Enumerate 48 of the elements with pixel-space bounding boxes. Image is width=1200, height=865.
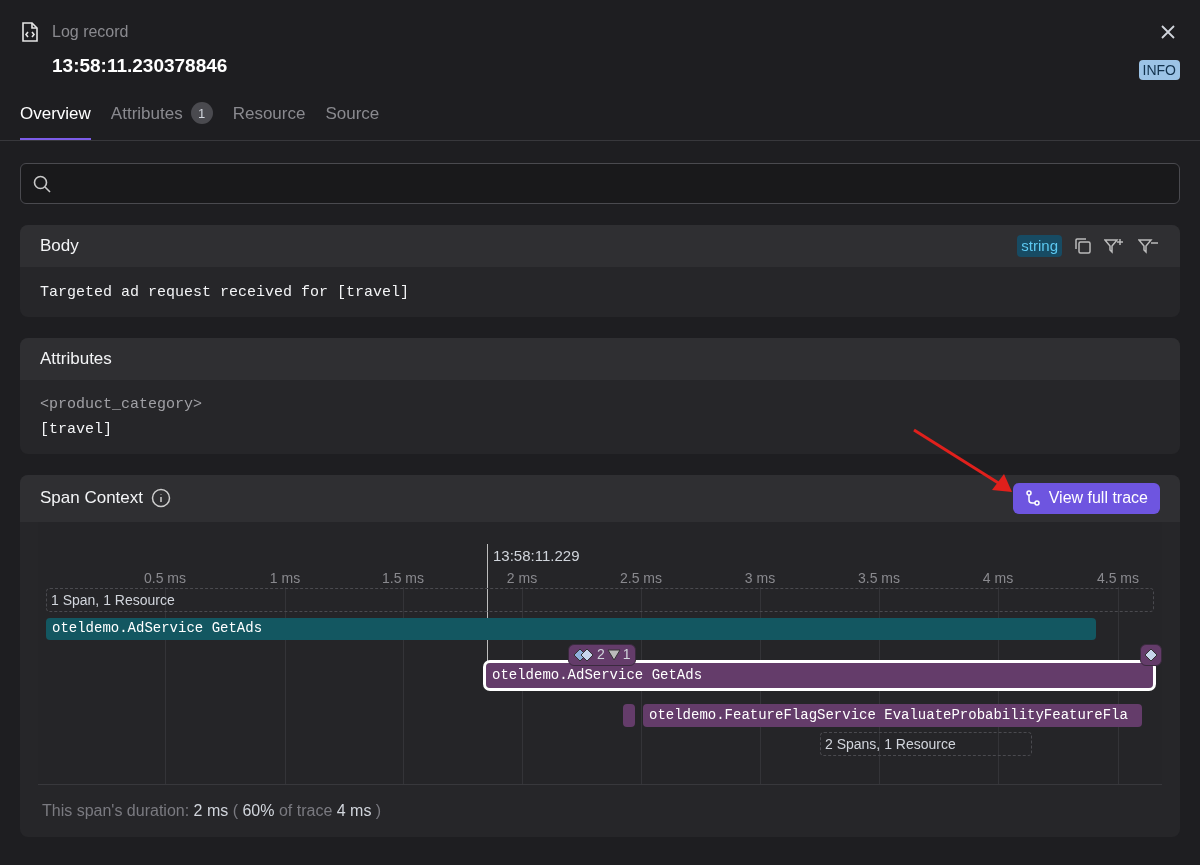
event-badge[interactable]: 2 1 [568, 643, 636, 666]
filter-remove-icon[interactable] [1138, 237, 1160, 255]
section-title: Span Context [40, 487, 143, 510]
body-text: Targeted ad request received for [travel] [40, 284, 410, 301]
cursor-time-label: 13:58:11.229 [493, 545, 580, 566]
section-title: Attributes [40, 347, 112, 370]
code-file-icon [20, 21, 40, 43]
view-full-trace-button[interactable]: View full trace [1012, 482, 1160, 514]
span-bar[interactable]: oteldemo.FeatureFlagService EvaluateProbabilityFeatureFla [643, 703, 1142, 727]
diamonds-icon [573, 647, 595, 662]
tick-label: 2.5 ms [620, 568, 662, 588]
copy-icon[interactable] [1074, 237, 1092, 255]
tab[interactable]: Resource [232, 100, 306, 140]
tick-label: 1 ms [269, 568, 301, 588]
tick-label: 2 ms [506, 568, 538, 588]
tick-label: 4 ms [982, 568, 1014, 588]
section-title: Body [40, 235, 79, 258]
close-icon [1160, 24, 1176, 40]
diamond-icon [1144, 647, 1158, 662]
span-group-label: 2 Spans, 1 Resource [820, 731, 1032, 756]
event-count: 2 [597, 645, 605, 664]
count-badge: 1 [190, 102, 213, 125]
tick-label: 0.5 ms [144, 568, 186, 588]
attribute-text: [travel] [40, 419, 113, 440]
tab[interactable]: Overview [20, 100, 91, 140]
search-field[interactable] [20, 163, 1180, 204]
record-timestamp: 13:58:11.230378846 [51, 54, 228, 78]
search-icon [33, 174, 51, 193]
tab[interactable]: Source [325, 100, 380, 140]
attribute-text: <product_category> [40, 394, 204, 415]
span-duration-text: This span's duration: 2 ms ( 60% of trace 4 ms ) [42, 801, 382, 819]
tick-label: 3.5 ms [858, 568, 900, 588]
tick-label: 4.5 ms [1097, 568, 1139, 588]
span-bar[interactable]: oteldemo.AdService GetAds [486, 662, 1153, 688]
type-badge: string [1017, 234, 1062, 258]
filter-add-icon[interactable] [1104, 237, 1126, 255]
span-bar[interactable]: oteldemo.AdService GetAds [46, 617, 1096, 640]
span-group-label: 1 Span, 1 Resource [46, 587, 1154, 612]
trace-icon [1024, 490, 1041, 506]
triangle-icon [606, 648, 621, 661]
info-icon[interactable] [151, 488, 171, 508]
severity-badge: INFO [1138, 60, 1180, 80]
event-count: 1 [622, 645, 631, 664]
tick-label: 1.5 ms [382, 568, 424, 588]
tab[interactable]: Attributes 1 [110, 100, 213, 140]
record-type-label: Log record [52, 22, 129, 42]
event-badge[interactable] [1140, 643, 1162, 666]
tick-label: 3 ms [744, 568, 776, 588]
